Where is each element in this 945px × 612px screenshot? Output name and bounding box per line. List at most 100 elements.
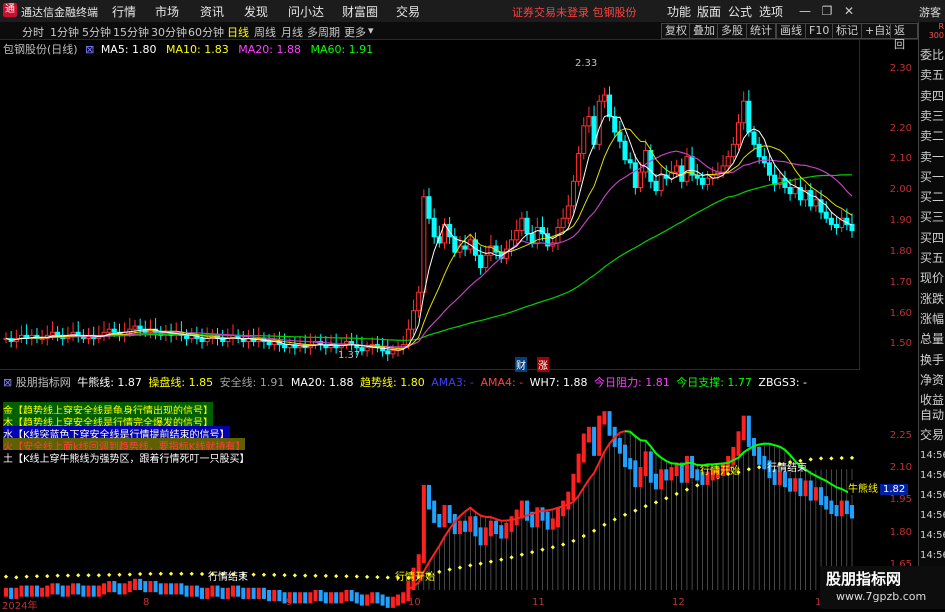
guest-login[interactable]: 游客 xyxy=(919,4,941,20)
safe-dot xyxy=(158,571,163,576)
safe-dot xyxy=(138,571,143,577)
safe-dot xyxy=(179,571,184,576)
sidebar-item[interactable]: 买三 xyxy=(919,208,945,227)
date-tick: 2024年 xyxy=(2,601,38,612)
sidebar-item[interactable]: 涨跌 xyxy=(919,290,945,309)
safe-dot xyxy=(313,573,318,578)
indicator-bar xyxy=(45,585,50,597)
sidebar-item[interactable]: 涨幅 xyxy=(919,310,945,329)
safe-dot xyxy=(509,555,514,560)
indicator-bar xyxy=(684,455,689,483)
sidebar-item[interactable]: 总量 xyxy=(919,330,945,349)
safe-dot xyxy=(519,552,524,557)
safe-dot xyxy=(457,565,463,570)
indicator-bar xyxy=(736,431,741,456)
indicator-bar xyxy=(81,585,86,597)
indicator-bar xyxy=(504,522,509,539)
sidebar-item[interactable]: 买二 xyxy=(919,188,945,207)
safe-dot xyxy=(364,574,370,580)
safe-dot xyxy=(189,571,194,576)
indicator-bar xyxy=(643,451,648,476)
safe-dot xyxy=(344,574,349,579)
safe-dot xyxy=(303,573,308,578)
indicator-bar xyxy=(96,585,101,597)
indicator-bar xyxy=(71,583,76,595)
y-tick: 2.10 xyxy=(889,462,912,473)
indicator-bar xyxy=(230,585,235,597)
sidebar-item[interactable]: 卖四 xyxy=(919,87,945,106)
annotation-end-1: 行情结束 xyxy=(208,572,248,583)
safe-dot xyxy=(622,512,628,517)
y-tick: 1.50 xyxy=(889,338,912,349)
indicator-bar xyxy=(468,516,473,532)
indicator-bar xyxy=(850,505,854,519)
sidebar-item[interactable]: 买四 xyxy=(919,229,945,248)
sidebar-item[interactable]: 买一 xyxy=(919,168,945,187)
safe-dot xyxy=(839,455,844,461)
safe-dot xyxy=(478,561,483,566)
indicator-bar xyxy=(633,460,638,488)
watermark-title: 股朋指标网 xyxy=(826,570,902,588)
sidebar-item[interactable]: 卖五 xyxy=(919,66,945,85)
indicator-bar xyxy=(819,487,824,506)
indicator-bar xyxy=(55,583,60,595)
indicator-bar xyxy=(463,520,468,532)
indicator-bar xyxy=(741,415,746,441)
indicator-bar xyxy=(437,514,442,528)
watermark: 股朋指标网 www.7gpzb.com xyxy=(820,566,945,609)
indicator-bar xyxy=(597,415,602,456)
annotation-start-2: 行情开始 xyxy=(700,466,740,477)
sidebar-item[interactable]: 净资 xyxy=(919,371,945,390)
indicator-bar xyxy=(617,438,622,454)
indicator-bar xyxy=(163,583,168,595)
sidebar-item[interactable]: 换手 xyxy=(919,351,945,370)
y-tick: 1.80 xyxy=(889,246,912,257)
safe-dot xyxy=(45,573,50,579)
indicator-bar xyxy=(592,426,597,456)
indicator-bar xyxy=(169,583,174,595)
indicator-bar xyxy=(189,585,194,597)
sidebar-item[interactable]: 卖二 xyxy=(919,127,945,146)
sidebar-time: 14:56 xyxy=(920,450,945,461)
safe-dot xyxy=(602,522,607,527)
sidebar-item[interactable]: 卖一 xyxy=(919,148,945,167)
y-tick: 2.30 xyxy=(889,63,912,74)
indicator-bar xyxy=(107,581,112,593)
current-value-tag: 1.82 xyxy=(880,484,909,495)
y-tick: 1.80 xyxy=(889,527,912,538)
safe-dot xyxy=(282,573,287,578)
indicator-bar xyxy=(179,583,184,595)
sidebar-item[interactable]: 现价 xyxy=(919,269,945,288)
indicator-bar xyxy=(24,585,29,597)
indicator-bar xyxy=(4,587,8,597)
indicator-bar xyxy=(746,415,751,447)
sidebar-top-label: R 300 xyxy=(928,22,944,40)
indicator-bar xyxy=(803,480,808,497)
safe-dot xyxy=(334,574,339,579)
sidebar-item[interactable]: 委比 xyxy=(919,46,945,65)
y-tick: 2.00 xyxy=(889,184,912,195)
indicator-chart[interactable] xyxy=(0,0,860,609)
safe-dot xyxy=(674,491,679,497)
y-tick: 2.20 xyxy=(889,123,912,134)
indicator-bar xyxy=(566,491,571,510)
indicator-bar xyxy=(210,585,215,597)
indicator-bar xyxy=(158,583,163,595)
indicator-bar xyxy=(457,520,462,535)
indicator-bar xyxy=(473,516,478,537)
indicator-bar xyxy=(138,578,143,590)
indicator-bar xyxy=(545,511,550,530)
y-tick: 1.95 xyxy=(889,494,912,505)
safe-dot xyxy=(818,456,824,461)
safe-dot xyxy=(14,575,19,580)
safe-dot xyxy=(65,573,71,578)
safe-dot xyxy=(746,467,751,472)
sidebar-item[interactable]: 卖三 xyxy=(919,107,945,126)
sidebar-item[interactable]: 买五 xyxy=(919,249,945,268)
y-tick: 1.90 xyxy=(889,215,912,226)
safe-dot xyxy=(612,517,617,522)
sidebar-time: 14:56 xyxy=(920,550,945,561)
safe-dot xyxy=(829,456,834,461)
indicator-bar xyxy=(184,585,189,597)
indicator-bar xyxy=(174,583,179,595)
